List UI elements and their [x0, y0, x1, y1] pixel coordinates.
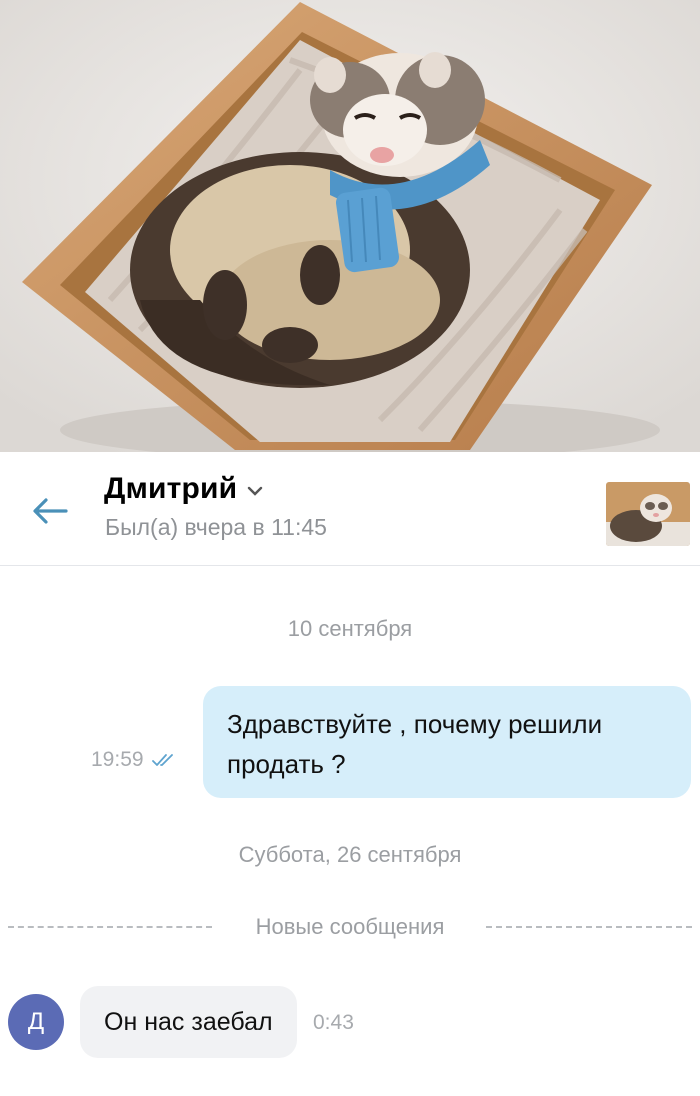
- chat-header: Дмитрий Был(а) вчера в 11:45: [0, 452, 700, 566]
- ferret-photo: [0, 0, 700, 452]
- contact-name-button[interactable]: Дмитрий: [104, 472, 263, 506]
- arrow-left-icon: [32, 497, 68, 525]
- contact-avatar[interactable]: [606, 482, 690, 546]
- sender-avatar[interactable]: Д: [8, 994, 64, 1050]
- incoming-message-bubble[interactable]: Он нас заебал: [80, 986, 297, 1058]
- new-messages-divider: Новые сообщения: [0, 912, 700, 942]
- double-check-icon: [151, 752, 178, 768]
- ferret-photo-illustration: [0, 0, 700, 452]
- message-text: Здравствуйте , почему решили продать ?: [227, 709, 603, 779]
- message-text: Он нас заебал: [104, 1007, 273, 1036]
- message-time: 19:59: [91, 748, 144, 771]
- outgoing-message-bubble[interactable]: Здравствуйте , почему решили продать ?: [203, 686, 691, 798]
- new-messages-label: Новые сообщения: [241, 914, 459, 939]
- chevron-down-icon: [247, 486, 263, 496]
- back-button[interactable]: [24, 490, 76, 532]
- date-separator: 10 сентября: [287, 616, 413, 641]
- date-separator: Суббота, 26 сентября: [238, 842, 462, 867]
- message-time: 0:43: [313, 1011, 354, 1034]
- outgoing-message-meta: 19:59: [91, 748, 178, 772]
- last-seen-status: Был(а) вчера в 11:45: [105, 514, 327, 540]
- contact-name: Дмитрий: [104, 472, 238, 505]
- ferret-avatar-icon: [606, 482, 690, 546]
